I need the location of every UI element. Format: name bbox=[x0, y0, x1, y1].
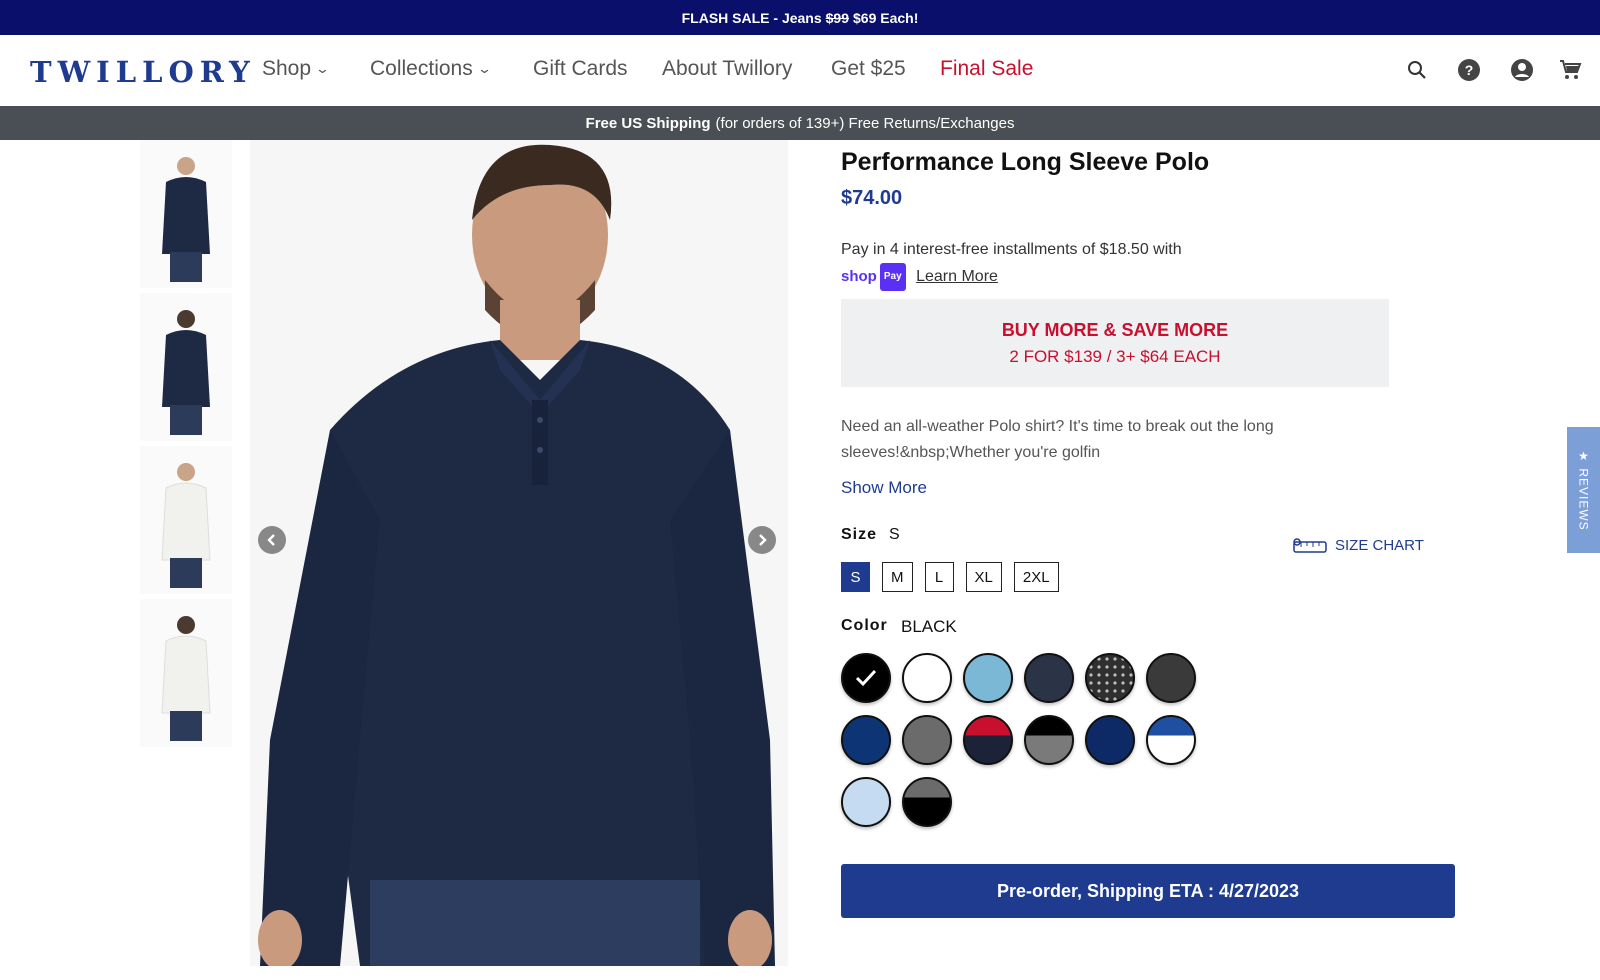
thumbnail-figure bbox=[162, 157, 210, 282]
color-swatch[interactable] bbox=[1024, 653, 1074, 703]
color-swatch[interactable] bbox=[963, 653, 1013, 703]
size-chart-link[interactable]: SIZE CHART bbox=[1293, 537, 1424, 554]
show-more-link[interactable]: Show More bbox=[841, 478, 927, 498]
shop-pay-brand: shop bbox=[841, 268, 877, 285]
reviews-tab[interactable]: ★ REVIEWS bbox=[1567, 427, 1600, 553]
shop-pay-pill: Pay bbox=[879, 263, 906, 291]
size-option-s[interactable]: S bbox=[841, 562, 870, 592]
shipping-bar: Free US Shipping (for orders of 139+) Fr… bbox=[0, 106, 1600, 140]
thumbnail-figure bbox=[161, 463, 211, 588]
nav-collections-label: Collections bbox=[370, 57, 473, 80]
size-options: S M L XL 2XL bbox=[841, 562, 1059, 592]
promo-detail: 2 FOR $139 / 3+ $64 EACH bbox=[1009, 346, 1221, 366]
installments-text: Pay in 4 interest-free installments of $… bbox=[841, 241, 1182, 258]
color-swatch[interactable] bbox=[1085, 653, 1135, 703]
main-product-image[interactable] bbox=[250, 140, 788, 966]
size-option-m[interactable]: M bbox=[882, 562, 913, 592]
preorder-button[interactable]: Pre-order, Shipping ETA : 4/27/2023 bbox=[841, 864, 1455, 918]
chevron-down-icon: ⌄ bbox=[314, 61, 331, 76]
color-swatch[interactable] bbox=[841, 715, 891, 765]
color-swatch[interactable] bbox=[1024, 715, 1074, 765]
thumbnail-figure bbox=[162, 310, 210, 435]
flash-sale-old-price: $99 bbox=[825, 9, 849, 26]
size-selected-value: S bbox=[889, 526, 900, 543]
promo-box: BUY MORE & SAVE MORE 2 FOR $139 / 3+ $64… bbox=[841, 299, 1389, 387]
cart-icon[interactable] bbox=[1557, 57, 1583, 83]
shipping-text: (for orders of 139+) Free Returns/Exchan… bbox=[715, 114, 1015, 132]
size-option-l[interactable]: L bbox=[924, 562, 954, 592]
color-swatch[interactable] bbox=[841, 777, 891, 827]
chevron-down-icon: ⌄ bbox=[476, 61, 492, 76]
thumbnail-back-white[interactable] bbox=[140, 599, 232, 747]
color-swatch[interactable] bbox=[841, 653, 891, 703]
flash-sale-prefix: FLASH SALE - Jeans bbox=[681, 9, 822, 26]
product-title: Performance Long Sleeve Polo bbox=[841, 148, 1210, 176]
thumbnail-back-navy[interactable] bbox=[140, 293, 232, 441]
previous-image-arrow[interactable] bbox=[258, 526, 286, 554]
nav-gift-cards[interactable]: Gift Cards bbox=[533, 57, 628, 81]
promo-headline: BUY MORE & SAVE MORE bbox=[1001, 319, 1229, 340]
size-option-xl[interactable]: XL bbox=[965, 562, 1002, 592]
color-swatch[interactable] bbox=[902, 715, 952, 765]
size-option-2xl[interactable]: 2XL bbox=[1013, 562, 1059, 592]
color-swatch[interactable] bbox=[902, 777, 952, 827]
thumbnail-figure bbox=[161, 616, 211, 741]
color-label: Color bbox=[841, 617, 888, 634]
size-label: Size bbox=[841, 526, 878, 543]
next-image-arrow[interactable] bbox=[748, 526, 776, 554]
nav-final-sale[interactable]: Final Sale bbox=[940, 57, 1033, 81]
color-selected-value: BLACK bbox=[901, 617, 957, 636]
svg-text:?: ? bbox=[1465, 62, 1474, 78]
thumbnail-list bbox=[140, 140, 232, 752]
shop-pay-logo: shop Pay bbox=[841, 263, 906, 291]
color-swatch[interactable] bbox=[1146, 653, 1196, 703]
color-swatch[interactable] bbox=[963, 715, 1013, 765]
chevron-left-icon bbox=[267, 534, 275, 546]
learn-more-link[interactable]: Learn More bbox=[916, 268, 998, 285]
flash-sale-banner[interactable]: FLASH SALE - Jeans $99 $69 Each! bbox=[0, 0, 1600, 35]
model-illustration bbox=[250, 140, 788, 966]
reviews-tab-label: ★ REVIEWS bbox=[1576, 449, 1591, 531]
shipping-bold: Free US Shipping bbox=[585, 114, 711, 132]
flash-sale-suffix: $69 Each! bbox=[853, 9, 919, 26]
search-icon[interactable] bbox=[1404, 57, 1430, 83]
color-swatch[interactable] bbox=[1146, 715, 1196, 765]
nav-about[interactable]: About Twillory bbox=[662, 57, 792, 81]
thumbnail-front-white[interactable] bbox=[140, 446, 232, 594]
thumbnail-front-navy[interactable] bbox=[140, 140, 232, 288]
checkmark-icon bbox=[843, 655, 889, 701]
nav-shop-label: Shop bbox=[262, 57, 312, 80]
installments-info: Pay in 4 interest-free installments of $… bbox=[841, 237, 1182, 291]
product-description: Need an all-weather Polo shirt? It's tim… bbox=[841, 418, 1274, 461]
nav-shop[interactable]: Shop ⌄ bbox=[262, 57, 331, 81]
color-swatches bbox=[841, 653, 1221, 827]
chevron-right-icon bbox=[759, 534, 767, 546]
product-price: $74.00 bbox=[841, 187, 903, 209]
account-icon[interactable] bbox=[1509, 57, 1535, 83]
help-icon[interactable]: ? bbox=[1456, 57, 1482, 83]
color-swatch[interactable] bbox=[1085, 715, 1135, 765]
color-swatch[interactable] bbox=[902, 653, 952, 703]
size-chart-label: SIZE CHART bbox=[1335, 537, 1424, 554]
nav-get-25[interactable]: Get $25 bbox=[831, 57, 906, 81]
ruler-icon bbox=[1293, 537, 1327, 553]
nav-collections[interactable]: Collections ⌄ bbox=[370, 57, 492, 81]
logo[interactable]: TWILLORY bbox=[30, 55, 256, 89]
main-nav: TWILLORY Shop ⌄ Collections ⌄ Gift Cards… bbox=[0, 35, 1600, 106]
